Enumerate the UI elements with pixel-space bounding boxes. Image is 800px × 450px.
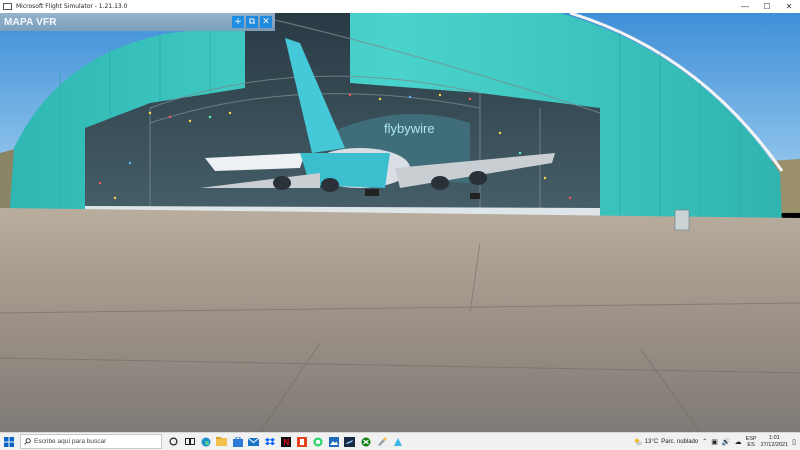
svg-text:N: N [283,438,289,447]
taskbar-app-icon[interactable] [392,436,403,447]
cloud-icon[interactable]: ☁ [735,438,742,446]
language-bottom: ES [747,441,755,448]
volume-icon[interactable]: 🔊 [722,438,731,446]
weather-text: Parc. nublado [661,438,699,445]
flight-sim-viewport[interactable]: flybywire [0,13,800,432]
close-button[interactable]: ✕ [778,0,800,13]
netflix-icon[interactable]: N [280,436,291,447]
hangar-side-door [674,209,690,231]
paint-icon[interactable] [376,436,387,447]
notifications-icon[interactable]: ▯ [792,438,796,446]
store-icon[interactable] [232,436,243,447]
partly-cloudy-icon [634,438,642,445]
photos-icon[interactable] [328,436,339,447]
file-explorer-icon[interactable] [216,436,227,447]
minimize-button[interactable]: — [734,0,756,13]
taskbar-clock[interactable]: 1:01 27/12/2021 [761,435,789,448]
search-icon [24,438,31,445]
chevron-up-icon[interactable]: ⌃ [702,438,707,445]
tarmac [0,208,800,432]
vfr-zoom-in-button[interactable]: + [232,16,244,28]
vfr-close-button[interactable]: ✕ [260,16,272,28]
whatsapp-icon[interactable] [312,436,323,447]
weather-temp: 13°C [644,438,659,445]
network-icon[interactable]: ▣ [711,438,718,446]
taskbar-search-input[interactable]: Escribe aquí para buscar [20,434,162,449]
edge-icon[interactable] [200,436,211,447]
xbox-icon[interactable] [360,436,371,447]
vfr-undock-button[interactable]: ⧉ [246,16,258,28]
weather-widget[interactable]: 13°C Parc. nublado [634,438,698,446]
language-indicator[interactable]: ESP ES [746,436,757,448]
task-view-icon[interactable] [184,436,195,447]
maximize-button[interactable]: ☐ [756,0,778,13]
taskbar: Escribe aquí para buscar N 13°C Parc. nu… [0,432,800,450]
cortana-icon[interactable] [168,436,179,447]
mail-icon[interactable] [248,436,259,447]
search-placeholder: Escribe aquí para buscar [34,438,107,445]
window-titlebar: Microsoft Flight Simulator - 1.21.13.0 —… [0,0,800,13]
vfr-map-panel[interactable]: MAPA VFR + ⧉ ✕ [0,13,275,31]
window-title: Microsoft Flight Simulator - 1.21.13.0 [16,3,128,10]
system-tray: 13°C Parc. nublado ⌃ ▣ 🔊 ☁ ESP ES 1:01 2… [634,433,796,450]
dropbox-icon[interactable] [264,436,275,447]
clock-date: 27/12/2021 [760,441,789,448]
flight-sim-app-icon[interactable] [344,436,355,447]
windows-start-icon[interactable] [0,433,18,450]
vfr-map-title: MAPA VFR [4,16,57,28]
hangar-sign: flybywire [384,121,435,136]
office-icon[interactable] [296,436,307,447]
app-icon [3,3,12,10]
